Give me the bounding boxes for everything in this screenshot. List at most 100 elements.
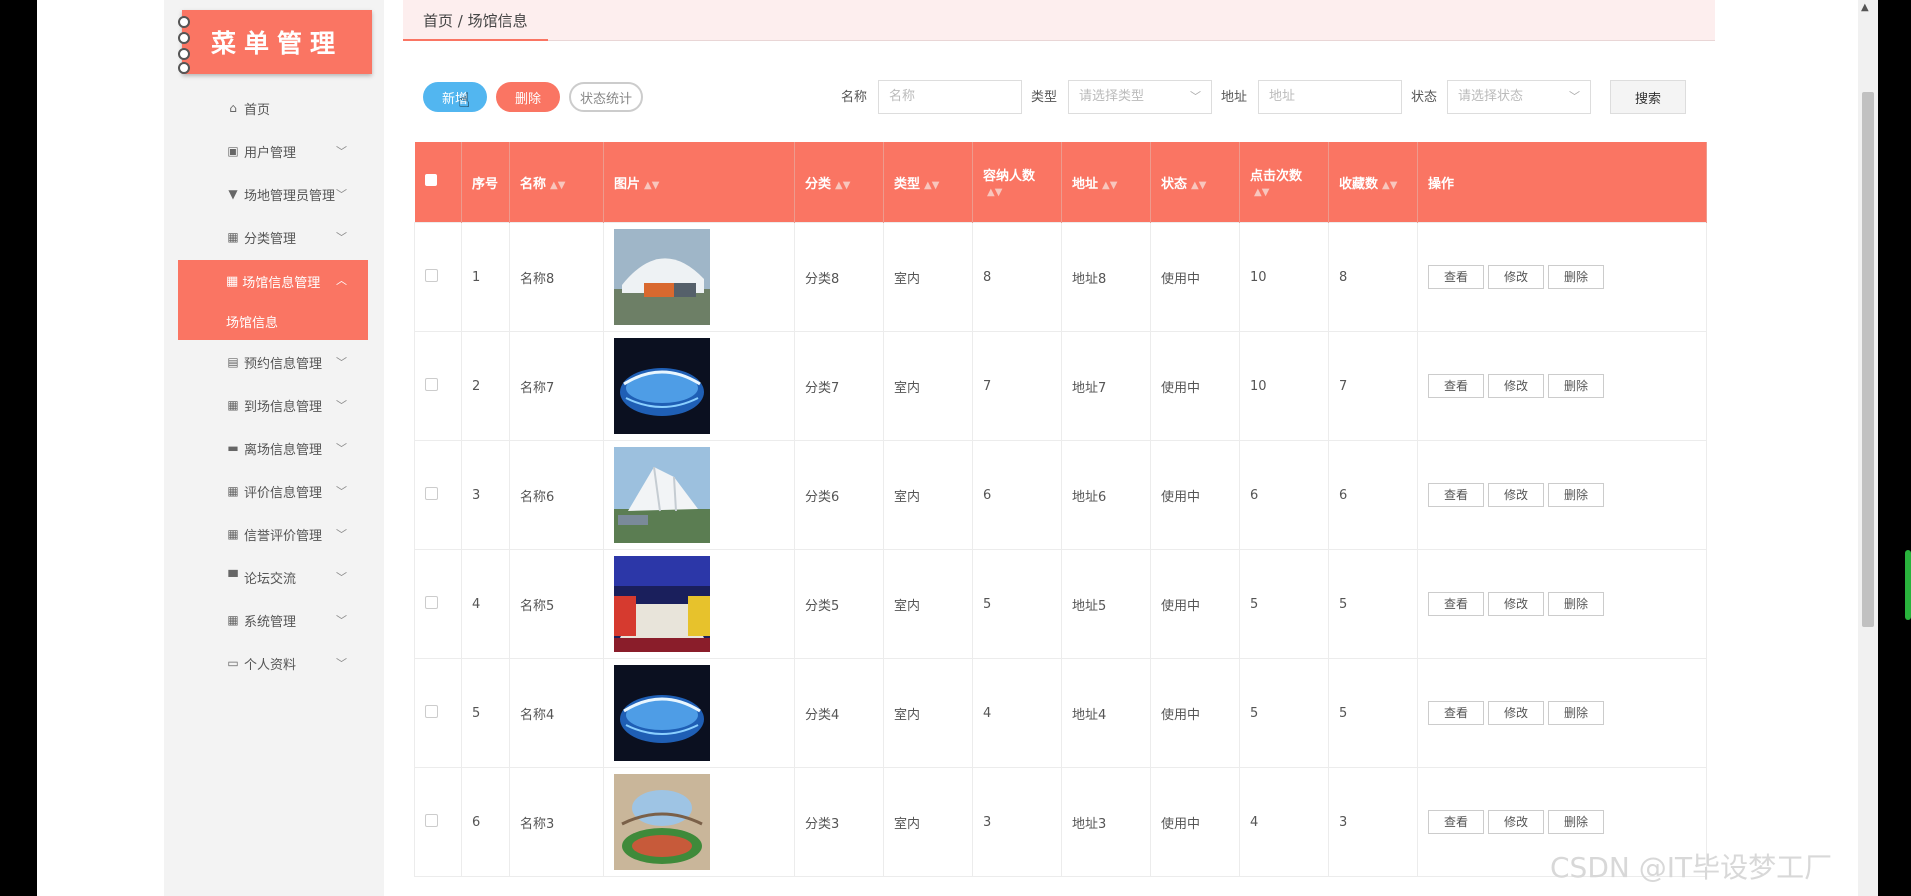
cell-actions: 查看 修改 删除 [1417,440,1707,550]
add-button[interactable]: 新增 [423,82,487,112]
clipboard-icon: ▣ [227,144,239,158]
edit-button[interactable]: 修改 [1488,592,1544,616]
cell-favorites: 3 [1328,767,1418,877]
hand-cursor-icon: ☝ [458,88,471,112]
view-button[interactable]: 查看 [1428,265,1484,289]
row-delete-button[interactable]: 删除 [1548,265,1604,289]
chevron-down-icon: ﹀ [1569,90,1580,103]
header-clicks[interactable]: 点击次数 ▲▼ [1239,142,1329,223]
cell-index: 5 [461,658,510,768]
cell-status: 使用中 [1150,549,1240,659]
header-image[interactable]: 图片 ▲▼ [603,142,795,223]
header-favorites[interactable]: 收藏数 ▲▼ [1328,142,1418,223]
header-name[interactable]: 名称 ▲▼ [509,142,604,223]
cell-clicks: 10 [1239,222,1329,332]
sidebar-item[interactable]: ▬ 离场信息管理 ﹀ [226,436,386,460]
sidebar-item-label: 场馆信息管理 [242,276,321,291]
chevron-down-icon: ﹀ [336,571,347,584]
sidebar-item-label: 首页 [244,102,271,118]
scrollbar-thumb[interactable] [1862,92,1874,627]
cell-index: 1 [461,222,510,332]
search-button[interactable]: 搜索 [1610,80,1686,114]
sidebar-item-label: 论坛交流 [244,571,297,587]
header-address[interactable]: 地址 ▲▼ [1061,142,1151,223]
type-select[interactable]: 请选择类型 ﹀ [1068,80,1212,114]
edit-button[interactable]: 修改 [1488,701,1544,725]
edit-button[interactable]: 修改 [1488,483,1544,507]
cell-category: 分类7 [794,331,884,441]
chat-icon: ▀ [228,570,238,584]
sidebar-item-label: 信誉评价管理 [244,528,323,544]
sort-icon: ▲▼ [1191,179,1207,191]
sidebar-item[interactable]: ▦ 系统管理 ﹀ [226,608,386,632]
grid-icon: ▦ [226,274,239,289]
address-search-input[interactable]: 地址 [1258,80,1402,114]
sort-icon: ▲▼ [835,179,851,191]
view-button[interactable]: 查看 [1428,810,1484,834]
view-button[interactable]: 查看 [1428,701,1484,725]
side-widget-tab[interactable] [1905,550,1911,620]
row-checkbox[interactable] [425,595,438,609]
sidebar-item[interactable]: ▭ 个人资料 ﹀ [226,651,386,675]
view-button[interactable]: 查看 [1428,592,1484,616]
view-button[interactable]: 查看 [1428,483,1484,507]
row-checkbox[interactable] [425,704,438,718]
venue-table: 序号 名称 ▲▼ 图片 ▲▼ 分类 ▲▼ 类型 ▲▼ 容纳人数 ▲▼ 地址 ▲▼ 状态 ▲▼ … [414,142,1707,877]
table-body: 1 名称8 分类8 室内 8 地址8 使用中 10 8 查看 修改 删除 2 名称7 分类7 室内 7 地址7 使用… [414,222,1707,877]
delete-button[interactable]: 删除 [496,82,560,112]
edit-button[interactable]: 修改 [1488,265,1544,289]
row-checkbox[interactable] [425,813,438,827]
table-row: 2 名称7 分类7 室内 7 地址7 使用中 10 7 查看 修改 删除 [414,331,1707,441]
edit-button[interactable]: 修改 [1488,374,1544,398]
sidebar-item-label: 评价信息管理 [244,485,323,501]
header-category[interactable]: 分类 ▲▼ [794,142,884,223]
edit-button[interactable]: 修改 [1488,810,1544,834]
cell-capacity: 5 [972,549,1062,659]
row-delete-button[interactable]: 删除 [1548,701,1604,725]
row-checkbox[interactable] [425,486,438,500]
sidebar-item[interactable]: ▦ 到场信息管理 ﹀ [226,393,386,417]
name-search-input[interactable]: 名称 [878,80,1022,114]
row-checkbox[interactable] [425,377,438,391]
header-capacity[interactable]: 容纳人数 ▲▼ [972,142,1062,223]
sidebar-item[interactable]: ⌂ 首页 [226,96,386,120]
cell-favorites: 5 [1328,658,1418,768]
sidebar-item[interactable]: ▀ 论坛交流 ﹀ [226,565,386,589]
status-stats-button[interactable]: 状态统计 [569,82,643,112]
sidebar-item[interactable]: ▣ 用户管理 ﹀ [226,139,386,163]
row-delete-button[interactable]: 删除 [1548,483,1604,507]
header-status[interactable]: 状态 ▲▼ [1150,142,1240,223]
cell-address: 地址8 [1061,222,1151,332]
venue-thumbnail [614,338,710,434]
chevron-down-icon: ﹀ [336,188,347,201]
cell-capacity: 7 [972,331,1062,441]
row-select-cell [414,767,462,877]
sidebar-item[interactable]: ▦ 分类管理 ﹀ [226,225,386,249]
row-checkbox[interactable] [425,268,438,282]
row-delete-button[interactable]: 删除 [1548,374,1604,398]
sidebar-item[interactable]: ▦ 信誉评价管理 ﹀ [226,522,386,546]
scroll-up-arrow-icon[interactable]: ▲ [1861,2,1869,13]
chevron-down-icon: ﹀ [336,614,347,627]
header-label: 状态 [1161,176,1188,192]
select-all-checkbox[interactable] [424,174,437,186]
cell-name: 名称3 [509,767,604,877]
header-type[interactable]: 类型 ▲▼ [883,142,973,223]
cell-status: 使用中 [1150,767,1240,877]
cell-clicks: 6 [1239,440,1329,550]
row-delete-button[interactable]: 删除 [1548,592,1604,616]
sidebar-item-venue-info-management[interactable]: ▦ 场馆信息管理 ︿ 场馆信息 [178,260,368,340]
cell-type: 室内 [883,549,973,659]
cell-favorites: 6 [1328,440,1418,550]
view-button[interactable]: 查看 [1428,374,1484,398]
sidebar-item[interactable]: ▼ 场地管理员管理 ﹀ [226,182,386,206]
table-header-row: 序号 名称 ▲▼ 图片 ▲▼ 分类 ▲▼ 类型 ▲▼ 容纳人数 ▲▼ 地址 ▲▼ 状态 ▲▼ … [414,142,1707,223]
sidebar-item[interactable]: ▤ 预约信息管理 ﹀ [226,350,386,374]
grid-icon: ▦ [227,230,239,244]
sidebar-item[interactable]: ▦ 评价信息管理 ﹀ [226,479,386,503]
cell-image [603,331,795,441]
status-select[interactable]: 请选择状态 ﹀ [1447,80,1591,114]
sidebar-subitem-venue-info[interactable]: 场馆信息 [226,312,278,331]
sidebar-item-label: 离场信息管理 [244,442,323,458]
row-delete-button[interactable]: 删除 [1548,810,1604,834]
